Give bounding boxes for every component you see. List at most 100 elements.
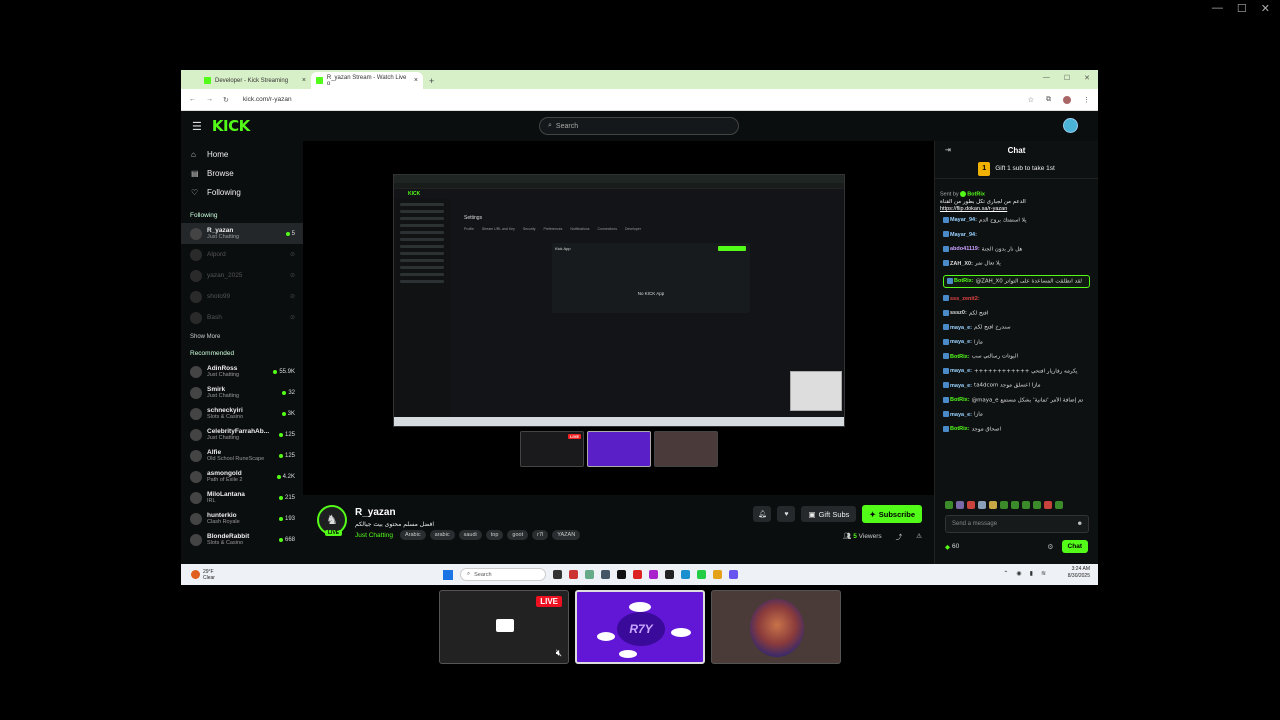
sidebar-channel[interactable]: CelebrityFarrahAb... Just Chatting 125: [181, 424, 303, 445]
app-icon[interactable]: [601, 570, 610, 579]
hamburger-menu-icon[interactable]: ☰: [192, 120, 202, 133]
browser-tab-developer[interactable]: Developer - Kick Streaming ×: [199, 72, 311, 89]
chat-username[interactable]: Mayar_94:: [950, 232, 977, 238]
sidebar-channel[interactable]: MiloLantana IRL 215: [181, 487, 303, 508]
maximize-icon[interactable]: ☐: [1237, 2, 1247, 15]
sidebar-channel[interactable]: hunterkio Clash Royale 193: [181, 508, 303, 529]
sidebar-channel[interactable]: Bash ⊘: [181, 307, 303, 328]
bookmark-star-icon[interactable]: ☆: [1028, 96, 1034, 104]
app-icon[interactable]: [569, 570, 578, 579]
user-avatar[interactable]: [1063, 118, 1078, 133]
collapse-chat-icon[interactable]: ⇥: [945, 146, 951, 154]
close-tab-icon[interactable]: ×: [414, 77, 418, 84]
pinned-link[interactable]: https://flip.dokan.sa/r-yazan: [940, 206, 1093, 214]
chat-message-input[interactable]: Send a message ☻: [945, 515, 1089, 533]
tag[interactable]: goot: [507, 530, 529, 540]
weather-widget[interactable]: 29°F Clear: [181, 569, 215, 581]
new-tab-icon[interactable]: +: [429, 76, 434, 86]
nav-home[interactable]: ⌂ Home: [181, 145, 303, 164]
tag[interactable]: Arabic: [400, 530, 426, 540]
chat-username[interactable]: sssz0:: [950, 310, 967, 316]
chat-username[interactable]: BotRix:: [950, 354, 970, 360]
emote-icon[interactable]: [1055, 501, 1063, 509]
share-option-logo[interactable]: R7Y: [575, 590, 705, 664]
app-icon[interactable]: [585, 570, 594, 579]
tag[interactable]: top: [485, 530, 504, 540]
emote-icon[interactable]: [989, 501, 997, 509]
url-field[interactable]: kick.com/r-yazan: [243, 96, 292, 103]
minimize-icon[interactable]: —: [1212, 2, 1223, 15]
clock[interactable]: 3:24 AM 8/30/2025: [1068, 566, 1090, 580]
emote-icon[interactable]: [978, 501, 986, 509]
mute-icon[interactable]: 🔇︎: [556, 648, 562, 659]
sidebar-channel[interactable]: BlondeRabbit Slots & Casino 668: [181, 529, 303, 550]
app-icon[interactable]: [729, 570, 738, 579]
sidebar-channel[interactable]: Alpord ⊘: [181, 244, 303, 265]
video-player[interactable]: KICK Settings Profile Stream URL and Key…: [393, 174, 845, 427]
sidebar-channel[interactable]: Smirk Just Chatting 32: [181, 382, 303, 403]
menu-dots-icon[interactable]: ⋮: [1083, 96, 1090, 104]
share-option-camera[interactable]: [711, 590, 841, 664]
send-chat-button[interactable]: Chat: [1061, 540, 1088, 553]
report-icon[interactable]: ⚠: [916, 532, 922, 540]
whatsapp-icon[interactable]: [697, 570, 706, 579]
sidebar-channel[interactable]: schneckyiri Slots & Casino 3K: [181, 403, 303, 424]
maximize-icon[interactable]: ☐: [1064, 74, 1070, 82]
show-more-link[interactable]: Show More: [181, 334, 303, 340]
back-icon[interactable]: ←: [189, 96, 196, 103]
close-tab-icon[interactable]: ×: [302, 77, 306, 84]
tag[interactable]: saudi: [458, 530, 482, 540]
streamer-name[interactable]: R_yazan: [355, 507, 396, 518]
chrome-icon[interactable]: [713, 570, 722, 579]
chat-username[interactable]: ZAH_X0:: [950, 261, 973, 267]
app-icon[interactable]: [649, 570, 658, 579]
share-icon[interactable]: ⤴: [896, 531, 903, 541]
windows-start-icon[interactable]: [443, 569, 453, 580]
emote-icon[interactable]: [1022, 501, 1030, 509]
sidebar-channel[interactable]: AdinRoss Just Chatting 55.9K: [181, 361, 303, 382]
emote-icon[interactable]: [1000, 501, 1008, 509]
nav-following[interactable]: ♡ Following: [181, 183, 303, 202]
kick-logo[interactable]: KICK: [212, 117, 250, 135]
notification-bell-button[interactable]: 🔔︎: [753, 506, 772, 522]
browser-tab-stream[interactable]: R_yazan Stream - Watch Live o ×: [311, 72, 423, 89]
minimize-icon[interactable]: —: [1043, 74, 1050, 82]
chat-username[interactable]: BotRix:: [950, 426, 970, 432]
share-option-screen[interactable]: LIVE 🔇︎: [439, 590, 569, 664]
sidebar-channel[interactable]: shoto99 ⊘: [181, 286, 303, 307]
nav-browse[interactable]: ▤ Browse: [181, 164, 303, 183]
tiktok-icon[interactable]: [617, 570, 626, 579]
edge-icon[interactable]: [681, 570, 690, 579]
close-icon[interactable]: ✕: [1261, 2, 1270, 15]
chat-username[interactable]: maya_e:: [950, 325, 972, 331]
pinterest-icon[interactable]: [633, 570, 642, 579]
emote-icon[interactable]: [1044, 501, 1052, 509]
subscribe-button[interactable]: ✦ Subscribe: [862, 505, 922, 523]
wifi-icon[interactable]: ≋: [1041, 570, 1046, 577]
battery-icon[interactable]: ▮: [1030, 570, 1033, 577]
close-icon[interactable]: ✕: [1084, 74, 1090, 82]
chat-username[interactable]: maya_e:: [950, 368, 972, 374]
sidebar-channel[interactable]: yazan_2025 ⊘: [181, 265, 303, 286]
sidebar-channel[interactable]: asmongold Path of Exile 2 4.2K: [181, 466, 303, 487]
chat-username[interactable]: abdo41119:: [950, 246, 980, 252]
gift-leaderboard-banner[interactable]: 1 Gift 1 sub to take 1st: [935, 159, 1098, 179]
gear-icon[interactable]: ⚙: [1047, 543, 1053, 551]
search-input[interactable]: ⌕ Search: [539, 117, 739, 135]
emote-icon[interactable]: [1011, 501, 1019, 509]
tag[interactable]: r7l: [532, 530, 549, 540]
reload-icon[interactable]: ↻: [223, 96, 229, 104]
chevron-up-icon[interactable]: ⌃: [1003, 570, 1008, 577]
forward-icon[interactable]: →: [206, 96, 213, 103]
emote-icon[interactable]: [945, 501, 953, 509]
tag[interactable]: arabic: [429, 530, 455, 540]
chat-username[interactable]: BotRix:: [950, 397, 970, 403]
profile-avatar[interactable]: [1063, 95, 1071, 104]
taskbar-search[interactable]: ⌕ Search: [460, 568, 546, 581]
chat-username[interactable]: sss_zenit2:: [950, 296, 980, 302]
chat-username[interactable]: BotRix:: [954, 278, 974, 284]
emote-icon[interactable]: [967, 501, 975, 509]
chat-username[interactable]: maya_e:: [950, 412, 972, 418]
emote-icon[interactable]: [1033, 501, 1041, 509]
chat-username[interactable]: maya_e:: [950, 383, 972, 389]
